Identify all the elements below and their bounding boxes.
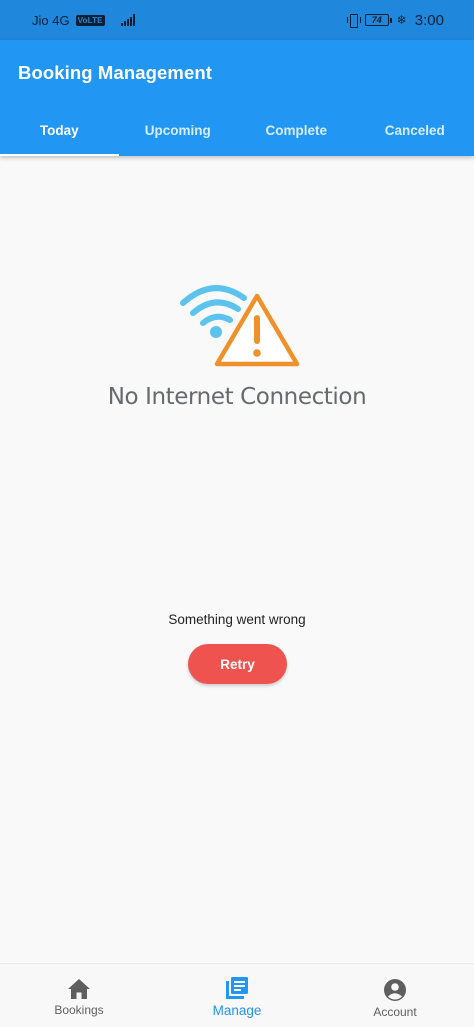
list-icon xyxy=(226,977,248,999)
nav-label-manage: Manage xyxy=(212,1003,262,1018)
home-icon xyxy=(68,979,90,999)
nav-label-account: Account xyxy=(373,1005,417,1019)
error-message: Something went wrong xyxy=(168,612,306,627)
account-circle-icon xyxy=(384,979,406,1001)
nav-label-bookings: Bookings xyxy=(54,1003,104,1017)
page-title: Booking Management xyxy=(18,62,213,83)
screen: Jio 4G VoLTE 74 ❄ 3:00 Booking Managemen… xyxy=(0,0,474,1027)
wifi-icon xyxy=(180,285,247,326)
vibrate-icon xyxy=(346,14,361,28)
clock: 3:00 xyxy=(414,11,444,29)
nav-item-manage[interactable]: Manage xyxy=(158,964,316,1027)
tab-complete[interactable]: Complete xyxy=(237,104,356,156)
status-bar: Jio 4G VoLTE 74 ❄ 3:00 xyxy=(0,0,474,40)
battery-icon: 74 xyxy=(364,14,392,26)
status-bar-right: 74 ❄ 3:00 xyxy=(346,11,444,29)
carrier-label: Jio 4G xyxy=(32,12,70,28)
battery-saver-icon: ❄ xyxy=(396,13,407,27)
nav-item-bookings[interactable]: Bookings xyxy=(0,964,158,1027)
tab-today[interactable]: Today xyxy=(0,104,119,156)
tab-bar: Today Upcoming Complete Canceled xyxy=(0,104,474,156)
signal-icon xyxy=(120,14,135,26)
tab-canceled[interactable]: Canceled xyxy=(356,104,474,156)
bottom-navigation: Bookings Manage Account xyxy=(0,963,474,1027)
no-internet-illustration xyxy=(180,285,300,367)
volte-badge: VoLTE xyxy=(75,14,105,26)
status-bar-left: Jio 4G VoLTE xyxy=(32,13,135,28)
retry-button[interactable]: Retry xyxy=(188,644,287,684)
wifi-dot-icon xyxy=(210,326,222,338)
nav-item-account[interactable]: Account xyxy=(316,964,474,1027)
app-bar: Booking Management Today Upcoming Comple… xyxy=(0,40,474,156)
tab-upcoming[interactable]: Upcoming xyxy=(119,104,238,156)
no-internet-text: No Internet Connection xyxy=(107,384,367,410)
